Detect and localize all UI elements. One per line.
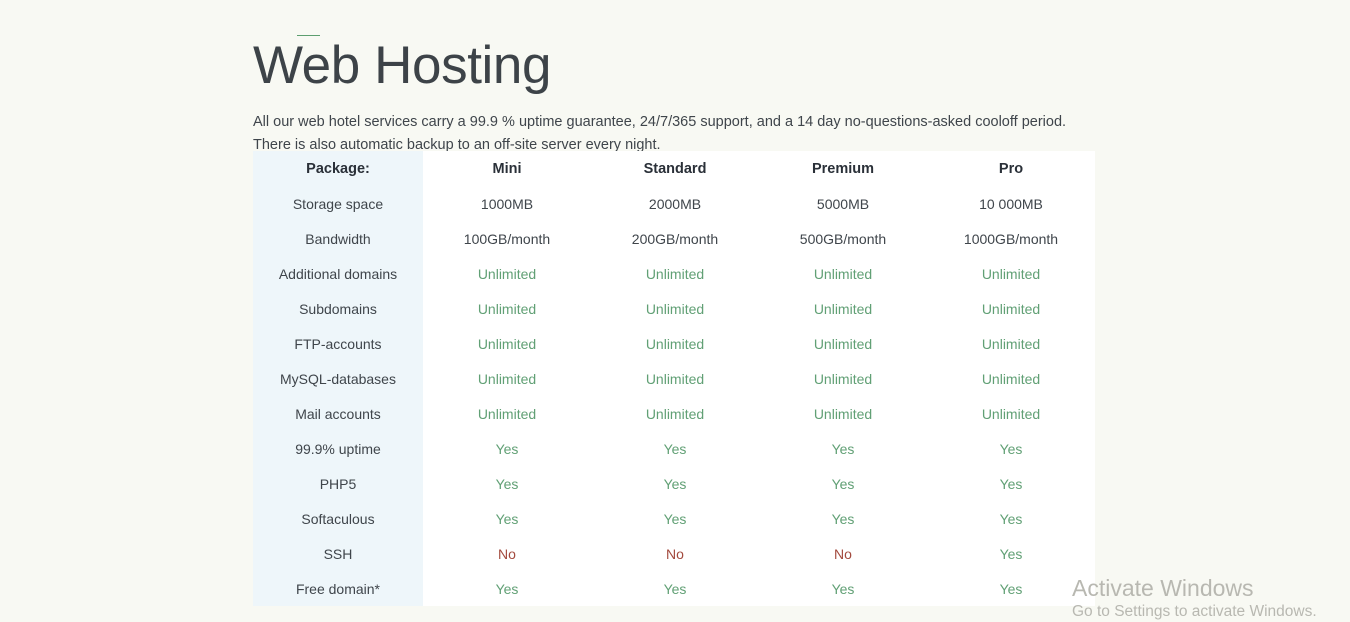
- table-row: 99.9% uptime Yes Yes Yes Yes: [253, 431, 1095, 466]
- table-cell: Unlimited: [813, 335, 873, 352]
- table-row: Additional domains Unlimited Unlimited Unli…: [253, 256, 1095, 291]
- table-cell: Unlimited: [813, 300, 873, 317]
- table-cell: 500GB/month: [799, 230, 887, 247]
- table-cell: 1000MB: [480, 195, 534, 212]
- table-cell: Yes: [495, 475, 519, 492]
- table-cell: No: [834, 545, 852, 562]
- table-cell: 2000MB: [648, 195, 702, 212]
- table-cell: Unlimited: [981, 265, 1041, 282]
- table-header-column-pro: Pro: [998, 160, 1024, 177]
- table-row: PHP5 Yes Yes Yes Yes: [253, 466, 1095, 501]
- table-cell: Yes: [495, 440, 519, 457]
- table-row: FTP-accounts Unlimited Unlimited Unlimited U…: [253, 326, 1095, 361]
- table-header-column-standard: Standard: [643, 160, 707, 177]
- table-cell: Yes: [663, 440, 687, 457]
- hosting-comparison-table: Package: Mini Standard Premium Pro Stora…: [253, 151, 1095, 606]
- table-cell: Yes: [999, 440, 1023, 457]
- table-row: Softaculous Yes Yes Yes Yes: [253, 501, 1095, 536]
- table-row-label: Bandwidth: [253, 221, 423, 256]
- table-cell: Yes: [999, 475, 1023, 492]
- table-row-label: SSH: [253, 536, 423, 571]
- table-row-label: Softaculous: [253, 501, 423, 536]
- table-cell: Yes: [663, 580, 687, 597]
- table-cell: Yes: [999, 580, 1023, 597]
- watermark-title: Activate Windows: [1072, 575, 1254, 601]
- table-cell: Yes: [663, 475, 687, 492]
- table-row: Mail accounts Unlimited Unlimited Unlimited…: [253, 396, 1095, 431]
- table-row: SSH No No No Yes: [253, 536, 1095, 571]
- table-cell: Unlimited: [981, 405, 1041, 422]
- table-cell: Yes: [495, 510, 519, 527]
- table-header-package-label: Package:: [253, 151, 423, 186]
- table-cell: 100GB/month: [463, 230, 551, 247]
- table-cell: 10 000MB: [979, 195, 1043, 212]
- windows-activation-watermark: Activate Windows Go to Settings to activ…: [1072, 574, 1317, 622]
- table-row-label: 99.9% uptime: [253, 431, 423, 466]
- table-cell: Yes: [831, 475, 855, 492]
- table-body: Storage space 1000MB 2000MB 5000MB 10 000MB B…: [253, 186, 1095, 606]
- table-cell: Yes: [495, 580, 519, 597]
- intro-paragraph: All our web hotel services carry a 99.9 …: [253, 113, 1067, 153]
- table-row-label: Free domain*: [253, 571, 423, 606]
- table-cell: Yes: [831, 440, 855, 457]
- table-cell: Yes: [831, 580, 855, 597]
- table-cell: Unlimited: [645, 370, 705, 387]
- table-row: Free domain* Yes Yes Yes Yes: [253, 571, 1095, 606]
- table-cell: Unlimited: [477, 300, 537, 317]
- table-cell: 1000GB/month: [963, 230, 1059, 247]
- table-cell: Unlimited: [645, 335, 705, 352]
- watermark-subtitle: Go to Settings to activate Windows.: [1072, 603, 1317, 620]
- table-cell: 5000MB: [816, 195, 870, 212]
- table-row: MySQL-databases Unlimited Unlimited Unlimit…: [253, 361, 1095, 396]
- table-cell: Unlimited: [477, 265, 537, 282]
- table-cell: Yes: [831, 510, 855, 527]
- page-root: Web Hosting All our web hotel services c…: [0, 0, 1350, 622]
- table-cell: Unlimited: [645, 300, 705, 317]
- table-cell: Unlimited: [813, 370, 873, 387]
- table-row-label: Storage space: [253, 186, 423, 221]
- table-row-label: MySQL-databases: [253, 361, 423, 396]
- table-cell: Yes: [999, 545, 1023, 562]
- table-header-column-mini: Mini: [492, 160, 522, 177]
- table-cell: Unlimited: [981, 335, 1041, 352]
- table-row-label: Additional domains: [253, 256, 423, 291]
- table-row-label: PHP5: [253, 466, 423, 501]
- table-row: Storage space 1000MB 2000MB 5000MB 10 000MB: [253, 186, 1095, 221]
- table-cell: Unlimited: [645, 405, 705, 422]
- table-cell: Unlimited: [477, 370, 537, 387]
- table-cell: No: [498, 545, 516, 562]
- table-cell: 200GB/month: [631, 230, 719, 247]
- title-underline-artifact: [297, 35, 320, 36]
- table-cell: Unlimited: [813, 405, 873, 422]
- table-cell: No: [666, 545, 684, 562]
- table-cell: Unlimited: [477, 405, 537, 422]
- table-header-column-premium: Premium: [811, 160, 875, 177]
- table-cell: Unlimited: [981, 370, 1041, 387]
- table-row-label: FTP-accounts: [253, 326, 423, 361]
- table-cell: Unlimited: [645, 265, 705, 282]
- table-cell: Unlimited: [813, 265, 873, 282]
- table-cell: Unlimited: [477, 335, 537, 352]
- table-row: Subdomains Unlimited Unlimited Unlimited Unl…: [253, 291, 1095, 326]
- page-title: Web Hosting: [253, 35, 552, 95]
- table-row: Bandwidth 100GB/month 200GB/month 500GB/mon…: [253, 221, 1095, 256]
- table-cell: Yes: [999, 510, 1023, 527]
- table-row-label: Subdomains: [253, 291, 423, 326]
- table-cell: Yes: [663, 510, 687, 527]
- table-header-row: Package: Mini Standard Premium Pro: [253, 151, 1095, 186]
- table-cell: Unlimited: [981, 300, 1041, 317]
- table-row-label: Mail accounts: [253, 396, 423, 431]
